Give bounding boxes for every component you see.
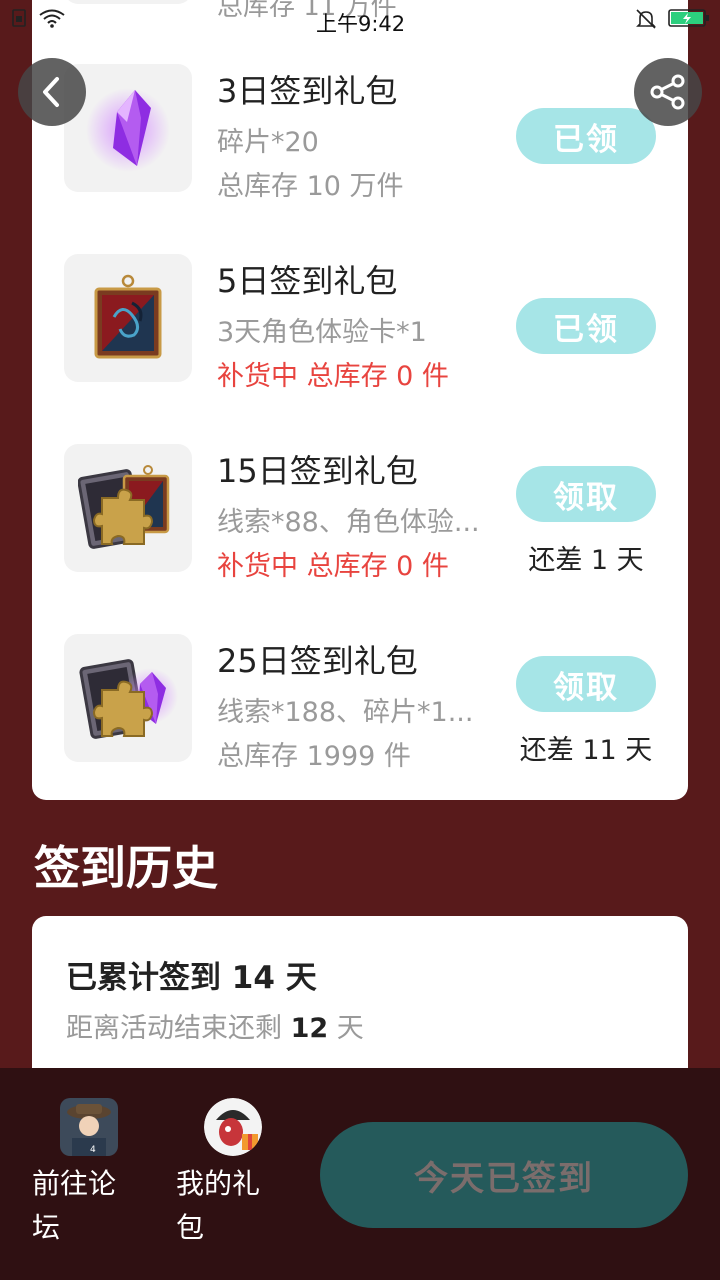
gift-title: 3日签到礼包 bbox=[217, 72, 398, 110]
bottom-bar: 4 前往论坛 我的礼包 今天已签到 bbox=[0, 1068, 720, 1280]
share-icon bbox=[650, 74, 685, 110]
gift-thumbnail bbox=[64, 444, 192, 572]
wifi-icon bbox=[39, 9, 65, 28]
status-time: 上午9:42 bbox=[316, 12, 406, 36]
gift-thumbnail bbox=[64, 634, 192, 762]
gift-item: 3日签到礼包 碎片*20 总库存 10 万件 已领 bbox=[32, 64, 688, 204]
forum-label: 前往论坛 bbox=[32, 1167, 117, 1244]
gift-description: 线索*188、碎片*1... bbox=[217, 697, 474, 728]
gift-title: 25日签到礼包 bbox=[217, 642, 418, 680]
gift-description: 碎片*20 bbox=[217, 127, 319, 158]
back-button[interactable] bbox=[18, 58, 86, 126]
gift-item: 25日签到礼包 线索*188、碎片*1... 总库存 1999 件 领取 还差 … bbox=[32, 634, 688, 774]
battery-icon bbox=[668, 9, 709, 27]
clue-crystal-icon bbox=[79, 659, 178, 739]
status-bar: 上午9:42 bbox=[0, 0, 720, 40]
gift-item: 15日签到礼包 线索*88、角色体验... 补货中 总库存 0 件 领取 还差 … bbox=[32, 444, 688, 584]
claim-button[interactable]: 领取 bbox=[516, 656, 656, 712]
chevron-left-icon bbox=[43, 77, 59, 107]
signed-today-button[interactable]: 今天已签到 bbox=[320, 1122, 688, 1228]
remain-days-value: 12 bbox=[290, 1013, 329, 1044]
claim-button[interactable]: 领取 bbox=[516, 466, 656, 522]
gift-stock: 总库存 1999 件 bbox=[217, 741, 411, 772]
purple-crystal-icon bbox=[86, 88, 170, 172]
gift-stock: 总库存 10 万件 bbox=[217, 171, 404, 202]
gift-thumbnail bbox=[64, 254, 192, 382]
forum-nav-item[interactable]: 4 前往论坛 bbox=[32, 1098, 142, 1250]
claimed-button[interactable]: 已领 bbox=[516, 298, 656, 354]
gift-stock: 补货中 总库存 0 件 bbox=[217, 361, 449, 392]
gift-list-card: 总库存 11 万件 3日签到礼包 碎片*20 总库存 10 万件 已领 5日签到… bbox=[32, 0, 688, 800]
gift-title: 15日签到礼包 bbox=[217, 452, 418, 490]
gift-title: 5日签到礼包 bbox=[217, 262, 398, 300]
gift-item: 5日签到礼包 3天角色体验卡*1 补货中 总库存 0 件 已领 bbox=[32, 254, 688, 394]
remain-suffix: 天 bbox=[336, 1013, 364, 1044]
clue-card-icon bbox=[78, 465, 170, 549]
svg-text:4: 4 bbox=[90, 1145, 96, 1155]
activity-remaining: 距离活动结束还剩 12 天 bbox=[66, 1006, 364, 1045]
total-days-value: 14 bbox=[231, 960, 275, 996]
gift-stock: 补货中 总库存 0 件 bbox=[217, 551, 449, 582]
claimed-button[interactable]: 已领 bbox=[516, 108, 656, 164]
my-gifts-label: 我的礼包 bbox=[176, 1167, 261, 1244]
total-suffix: 天 bbox=[285, 960, 317, 996]
gift-description: 3天角色体验卡*1 bbox=[217, 317, 427, 348]
section-title: 签到历史 bbox=[34, 841, 218, 895]
my-gifts-nav-item[interactable]: 我的礼包 bbox=[176, 1098, 286, 1250]
gift-description: 线索*88、角色体验... bbox=[217, 507, 480, 538]
total-signin-days: 已累计签到 14 天 bbox=[66, 952, 317, 997]
sim-icon bbox=[12, 9, 26, 27]
forum-app-icon: 4 bbox=[60, 1098, 118, 1156]
my-gifts-avatar-icon bbox=[204, 1098, 262, 1156]
remain-prefix: 距离活动结束还剩 bbox=[66, 1013, 282, 1044]
share-button[interactable] bbox=[634, 58, 702, 126]
total-prefix: 已累计签到 bbox=[66, 960, 221, 996]
bell-muted-icon bbox=[636, 9, 656, 29]
character-card-icon bbox=[94, 274, 162, 359]
days-remaining: 还差 1 天 bbox=[528, 545, 644, 576]
days-remaining: 还差 11 天 bbox=[519, 735, 653, 766]
